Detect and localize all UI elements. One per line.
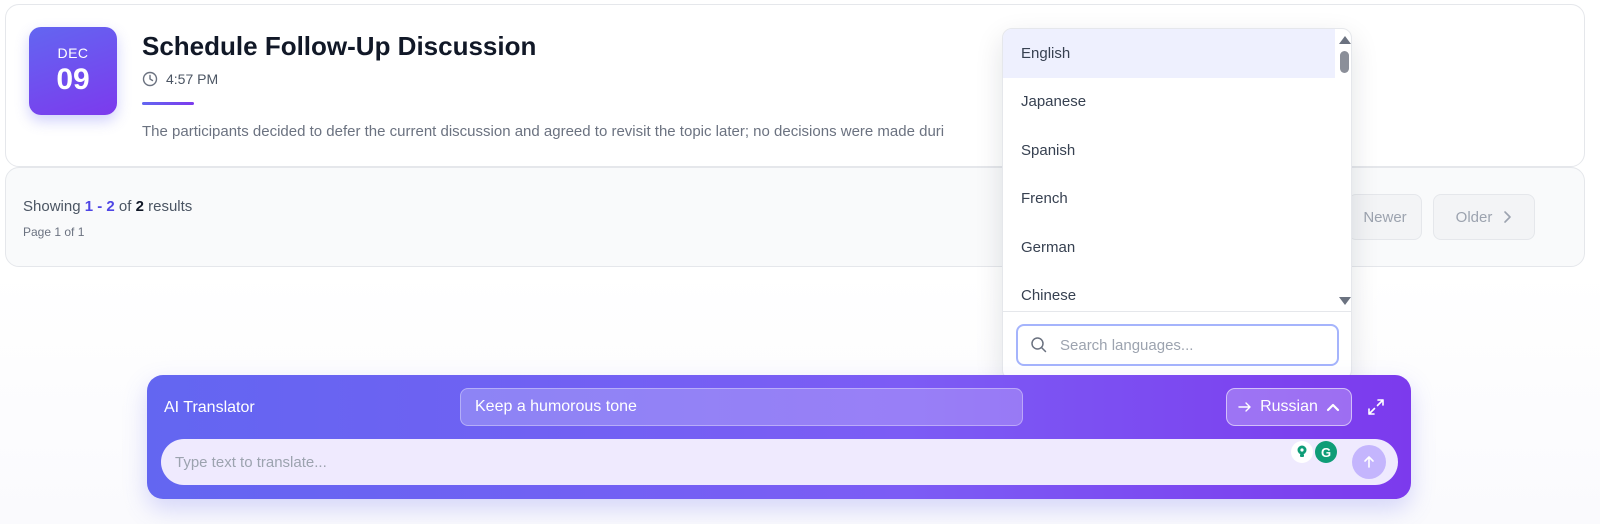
language-search-box[interactable]: [1016, 324, 1339, 366]
translate-text-input[interactable]: Type text to translate...: [161, 439, 1398, 485]
dropdown-divider: [1003, 311, 1351, 312]
language-option[interactable]: Japanese: [1003, 78, 1335, 127]
extension-icons: G: [1291, 441, 1337, 463]
date-month: DEC: [57, 45, 89, 61]
chevron-up-icon: [1326, 403, 1340, 412]
language-option-label: German: [1021, 238, 1076, 256]
language-list: English Japanese Spanish French German C…: [1003, 29, 1335, 311]
grammarly-icon[interactable]: G: [1315, 441, 1337, 463]
meeting-time-text: 4:57 PM: [166, 71, 219, 87]
translator-title: AI Translator: [164, 399, 255, 416]
language-option-label: English: [1021, 44, 1071, 62]
accent-divider: [142, 102, 194, 105]
showing-label: Showing: [23, 198, 81, 215]
language-option[interactable]: French: [1003, 175, 1335, 224]
language-option[interactable]: German: [1003, 223, 1335, 272]
results-range: 1 - 2: [84, 198, 115, 215]
arrow-right-icon: [1238, 402, 1251, 412]
results-total: 2: [135, 198, 144, 215]
translate-input-placeholder: Type text to translate...: [175, 453, 327, 471]
meeting-time: 4:57 PM: [142, 71, 218, 87]
arrow-up-icon: [1364, 456, 1374, 468]
older-button[interactable]: Older: [1433, 194, 1535, 240]
language-option[interactable]: English: [1003, 29, 1335, 78]
tone-input[interactable]: Keep a humorous tone: [460, 388, 1023, 426]
language-option[interactable]: Chinese: [1003, 272, 1335, 312]
grammarly-letter: G: [1320, 444, 1332, 460]
language-option-label: Spanish: [1021, 141, 1076, 159]
target-language-label: Russian: [1260, 398, 1318, 415]
results-summary: Showing 1 - 2 of 2 results: [23, 198, 192, 215]
scrollbar-thumb[interactable]: [1340, 51, 1349, 73]
date-badge: DEC 09: [29, 27, 117, 115]
chevron-right-icon: [1504, 211, 1512, 223]
newer-label: Newer: [1363, 208, 1407, 226]
language-option-label: Chinese: [1021, 287, 1077, 305]
ai-translator-panel: AI Translator Keep a humorous tone Russi…: [147, 375, 1411, 499]
send-button[interactable]: [1352, 445, 1386, 479]
page-info: Page 1 of 1: [23, 225, 85, 239]
target-language-button[interactable]: Russian: [1226, 388, 1352, 426]
lightbulb-icon[interactable]: [1291, 441, 1313, 463]
meeting-description: The participants decided to defer the cu…: [142, 123, 945, 140]
language-option-label: French: [1021, 190, 1068, 208]
older-label: Older: [1455, 208, 1493, 226]
tone-input-value: Keep a humorous tone: [475, 398, 637, 415]
results-label: results: [148, 198, 193, 215]
newer-button[interactable]: Newer: [1348, 194, 1422, 240]
search-icon: [1031, 337, 1047, 353]
clock-icon: [142, 71, 158, 87]
language-list-scrollbar[interactable]: [1337, 29, 1351, 311]
scroll-down-arrow-icon[interactable]: [1339, 297, 1351, 305]
scroll-up-arrow-icon[interactable]: [1339, 36, 1351, 44]
meeting-title: Schedule Follow-Up Discussion: [142, 31, 537, 61]
language-option[interactable]: Spanish: [1003, 126, 1335, 175]
date-day: 09: [56, 63, 90, 96]
language-dropdown: English Japanese Spanish French German C…: [1002, 28, 1352, 380]
expand-icon[interactable]: [1366, 397, 1386, 417]
of-label: of: [118, 198, 132, 215]
language-search-input[interactable]: [1060, 336, 1320, 354]
language-option-label: Japanese: [1021, 93, 1087, 111]
